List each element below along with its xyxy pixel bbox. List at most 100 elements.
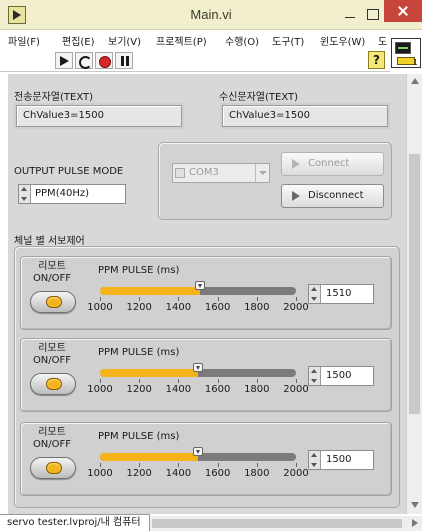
front-panel: 전송문자열(TEXT) ChValue3=1500 수신문자열(TEXT) Ch…	[8, 74, 406, 514]
slider-tick-label: 1600	[204, 302, 231, 313]
connect-button[interactable]: Connect	[281, 152, 384, 176]
servo-channel-1: 리모트 ON/OFF PPM PULSE (ms) 1510 1000 1200 1…	[20, 256, 392, 330]
pause-icon[interactable]	[115, 52, 133, 69]
numeric-stepper[interactable]	[309, 367, 321, 385]
ppm-pulse-value: 1500	[326, 370, 352, 381]
menu-tools[interactable]: 도구(T)	[272, 33, 304, 48]
slider-tick-label: 1200	[126, 384, 152, 395]
vi-icon-number: 1	[412, 58, 418, 67]
slider-tick	[256, 379, 258, 383]
slider-tick-label: 1400	[165, 468, 192, 479]
increment-arrow-icon[interactable]	[311, 287, 317, 291]
slider-tick-label: 2000	[283, 302, 309, 313]
title-bar: Main.vi	[0, 0, 422, 30]
remote-onoff-button[interactable]	[30, 373, 76, 395]
numeric-stepper[interactable]	[309, 285, 321, 303]
menu-project[interactable]: 프로젝트(P)	[156, 33, 207, 48]
slider-tick	[100, 463, 101, 467]
slider-tick	[139, 297, 141, 301]
slider-tick	[256, 463, 258, 467]
ppm-pulse-label: PPM PULSE (ms)	[98, 265, 180, 276]
output-mode-ring[interactable]: PPM(40Hz)	[18, 184, 126, 204]
ppm-pulse-label: PPM PULSE (ms)	[98, 431, 180, 442]
led-indicator-icon	[46, 296, 62, 308]
menu-help[interactable]: 도	[378, 33, 387, 48]
menu-window[interactable]: 윈도우(W)	[320, 33, 365, 48]
increment-arrow-icon[interactable]	[311, 453, 317, 457]
slider-tick-label: 2000	[283, 384, 309, 395]
slider-thumb[interactable]	[194, 281, 205, 290]
slider-tick	[100, 297, 101, 301]
slider-tick	[217, 297, 219, 301]
increment-arrow-icon[interactable]	[311, 369, 317, 373]
menu-view[interactable]: 보기(V)	[108, 33, 141, 48]
remote-onoff-button[interactable]	[30, 457, 76, 479]
slider-tick-label: 1600	[204, 384, 231, 395]
context-help-button[interactable]: ?	[368, 51, 385, 69]
project-status: servo tester.lvproj/내 컴퓨터	[0, 514, 150, 531]
ppm-pulse-numeric[interactable]: 1510	[308, 284, 374, 304]
decrement-arrow-icon[interactable]	[311, 297, 317, 301]
recv-string-label: 수신문자열(TEXT)	[219, 92, 299, 103]
ppm-pulse-label: PPM PULSE (ms)	[98, 347, 180, 358]
com-port-selector[interactable]: COM3	[172, 163, 270, 183]
slider-tick	[178, 297, 180, 301]
scroll-up-icon[interactable]	[411, 78, 419, 84]
menu-operate[interactable]: 수행(O)	[225, 33, 259, 48]
increment-arrow-icon[interactable]	[21, 187, 27, 191]
decrement-arrow-icon[interactable]	[311, 379, 317, 383]
slider-tick-label: 1800	[244, 468, 270, 479]
horizontal-scrollbar[interactable]	[150, 516, 422, 531]
scroll-thumb[interactable]	[152, 519, 402, 528]
numeric-stepper[interactable]	[309, 451, 321, 469]
slider-tick	[178, 379, 180, 383]
close-button[interactable]	[384, 0, 422, 22]
slider-tick	[139, 463, 141, 467]
scroll-thumb[interactable]	[409, 154, 420, 414]
ppm-pulse-numeric[interactable]: 1500	[308, 366, 374, 386]
servo-channel-2: 리모트 ON/OFF PPM PULSE (ms) 1500 1000 1200 1…	[20, 338, 392, 412]
visa-resource-icon	[175, 168, 185, 178]
run-continuously-icon[interactable]	[75, 52, 93, 69]
slider-tick-label: 2000	[283, 468, 309, 479]
led-indicator-icon	[46, 378, 62, 390]
slider-tick	[296, 297, 297, 301]
window-title: Main.vi	[190, 7, 232, 22]
maximize-button[interactable]	[364, 6, 380, 22]
menu-file[interactable]: 파일(F)	[8, 33, 40, 48]
scroll-right-icon[interactable]	[412, 519, 418, 527]
abort-execution-icon[interactable]	[95, 52, 113, 69]
remote-onoff-button[interactable]	[30, 291, 76, 313]
com-port-value: COM3	[189, 167, 219, 178]
chevron-down-icon[interactable]	[255, 164, 269, 182]
send-string-label: 전송문자열(TEXT)	[14, 92, 94, 103]
slider-tick-label: 1000	[87, 302, 113, 313]
menu-edit[interactable]: 편집(E)	[62, 33, 95, 48]
output-mode-value: PPM(40Hz)	[35, 188, 89, 199]
slider-thumb[interactable]	[193, 363, 203, 372]
slider-tick	[296, 463, 297, 467]
slider-tick-label: 1400	[165, 302, 192, 313]
ppm-pulse-value: 1510	[326, 288, 352, 299]
scroll-down-icon[interactable]	[411, 502, 419, 508]
slider-tick	[256, 297, 258, 301]
decrement-arrow-icon[interactable]	[311, 463, 317, 467]
slider-fill	[100, 287, 200, 295]
slider-tick	[100, 379, 101, 383]
toolbar	[0, 50, 390, 72]
remote-onoff-label: 리모트 ON/OFF	[32, 427, 72, 450]
ppm-pulse-numeric[interactable]: 1500	[308, 450, 374, 470]
decrement-arrow-icon[interactable]	[21, 197, 27, 201]
slider-tick-label: 1000	[87, 384, 113, 395]
output-mode-label: OUTPUT PULSE MODE	[14, 166, 124, 177]
vertical-scrollbar[interactable]	[406, 74, 422, 514]
led-indicator-icon	[46, 462, 62, 474]
ring-stepper[interactable]	[19, 185, 31, 203]
slider-thumb[interactable]	[193, 447, 203, 456]
menu-bar: 파일(F) 편집(E) 보기(V) 프로젝트(P) 수행(O) 도구(T) 윈도…	[0, 30, 422, 50]
run-arrow-icon[interactable]	[55, 52, 73, 69]
minimize-button[interactable]	[342, 6, 358, 22]
slider-tick-label: 1600	[204, 468, 231, 479]
disconnect-button[interactable]: Disconnect	[281, 184, 384, 208]
vi-connector-icon[interactable]: 1	[391, 38, 421, 68]
